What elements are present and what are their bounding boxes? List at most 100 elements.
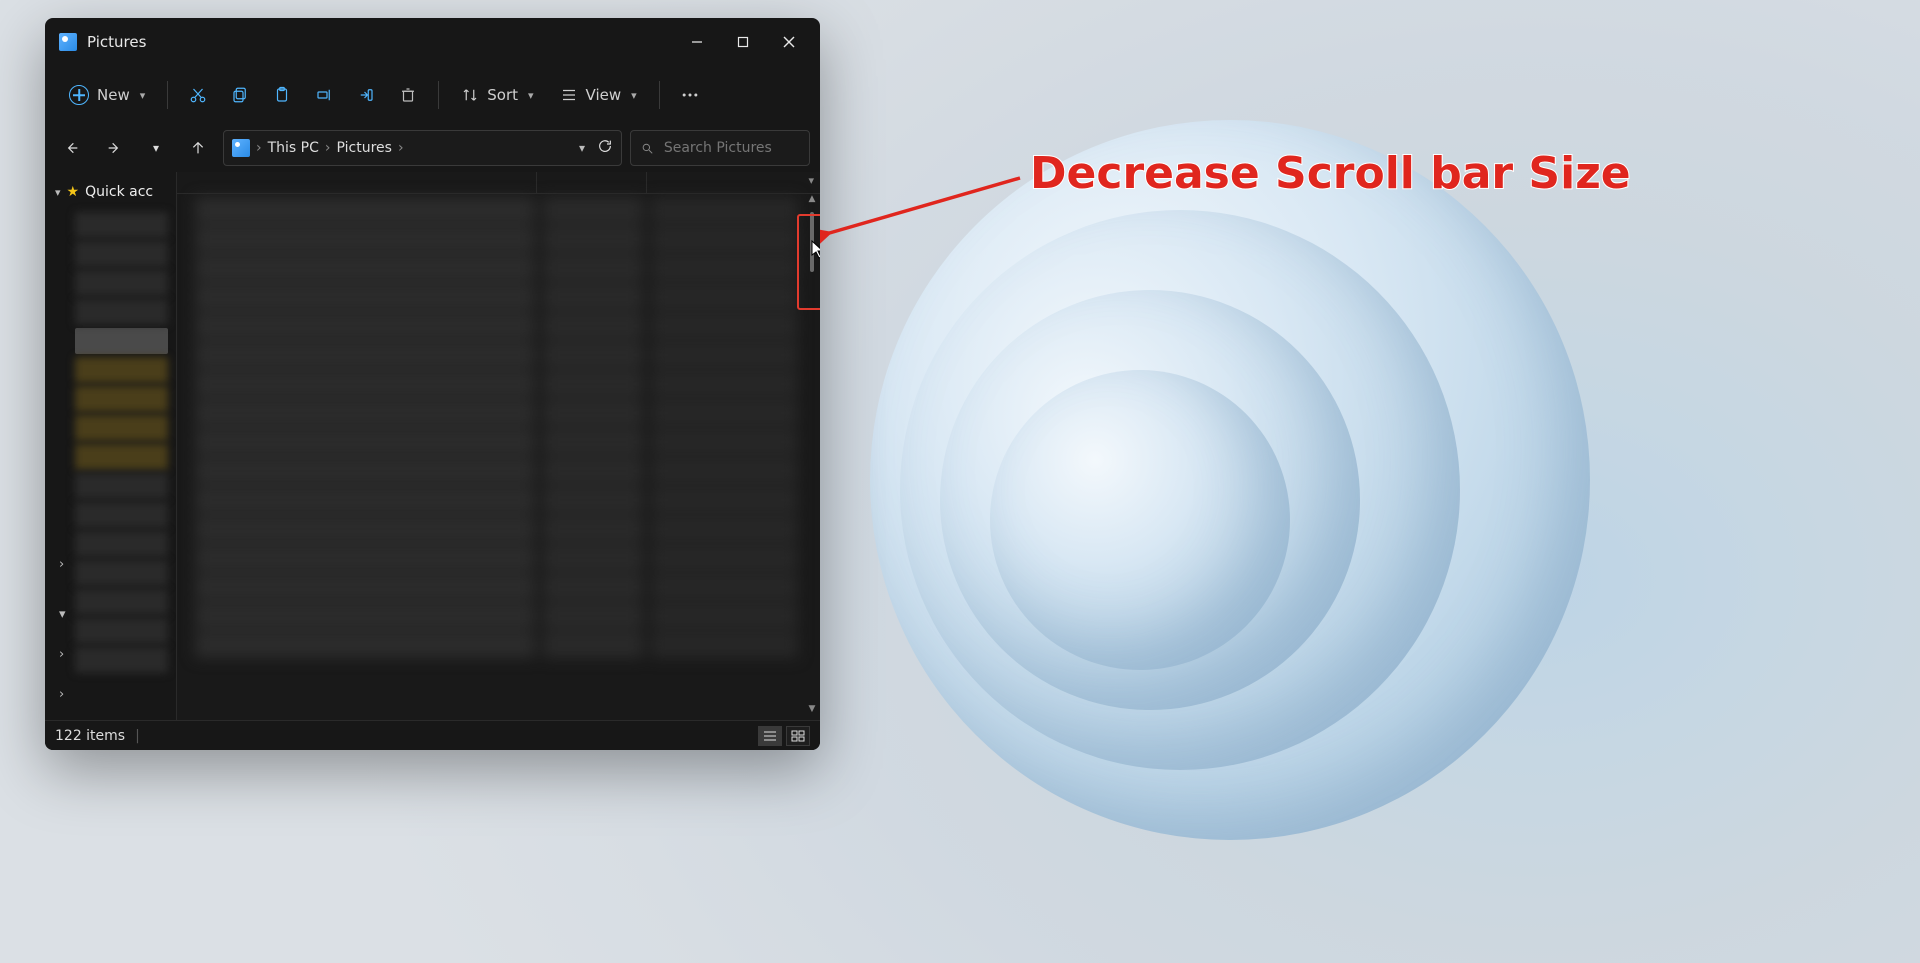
arrow-right-icon	[106, 140, 122, 156]
window-title: Pictures	[87, 33, 674, 51]
chevron-down-icon: ▾	[140, 89, 146, 102]
chevron-down-icon[interactable]: ▾	[59, 607, 66, 622]
refresh-button[interactable]	[597, 138, 613, 158]
titlebar[interactable]: Pictures	[45, 18, 820, 66]
refresh-icon	[597, 138, 613, 154]
column-date[interactable]	[537, 172, 647, 193]
separator	[438, 81, 439, 109]
view-button[interactable]: View ▾	[550, 77, 647, 113]
nav-item[interactable]	[75, 618, 168, 644]
column-name[interactable]	[177, 172, 537, 193]
toolbar: New ▾ Sort ▾ View ▾	[45, 66, 820, 124]
breadcrumb-pictures[interactable]: Pictures	[337, 140, 392, 156]
breadcrumb-this-pc[interactable]: This PC	[268, 140, 319, 156]
column-type[interactable]: ▾	[647, 172, 820, 193]
maximize-icon	[737, 36, 749, 48]
view-label: View	[586, 86, 622, 104]
nav-item[interactable]	[75, 386, 168, 412]
new-label: New	[97, 86, 130, 104]
desktop-bloom-shape	[870, 120, 1590, 840]
scroll-up-arrow-icon[interactable]: ▲	[809, 194, 816, 204]
nav-item[interactable]	[75, 647, 168, 673]
new-button[interactable]: New ▾	[59, 77, 155, 113]
chevron-right-icon[interactable]: ›	[59, 557, 64, 572]
file-explorer-window: Pictures New ▾	[45, 18, 820, 750]
nav-item[interactable]	[75, 270, 168, 296]
minimize-icon	[691, 36, 703, 48]
address-bar[interactable]: › This PC › Pictures › ▾	[223, 130, 622, 166]
sort-button[interactable]: Sort ▾	[451, 77, 543, 113]
nav-item[interactable]	[75, 560, 168, 586]
address-history-dropdown[interactable]: ▾	[579, 141, 585, 155]
chevron-down-icon: ▾	[55, 186, 61, 199]
sort-label: Sort	[487, 86, 518, 104]
paste-button[interactable]	[264, 77, 300, 113]
copy-icon	[231, 86, 249, 104]
pictures-app-icon	[59, 33, 77, 51]
cut-button[interactable]	[180, 77, 216, 113]
arrow-up-icon	[190, 140, 206, 156]
nav-item[interactable]	[75, 241, 168, 267]
more-button[interactable]	[672, 77, 708, 113]
details-view-icon	[763, 730, 777, 742]
item-count: 122 items	[55, 728, 125, 744]
paste-icon	[273, 86, 291, 104]
nav-items-blurred	[45, 212, 176, 673]
thumbnails-view-icon	[791, 730, 805, 742]
nav-item[interactable]	[75, 415, 168, 441]
breadcrumb-separator: ›	[398, 140, 404, 156]
scroll-thumb[interactable]	[810, 212, 814, 272]
rename-icon	[315, 86, 333, 104]
details-view-toggle[interactable]	[758, 726, 782, 746]
share-icon	[357, 86, 375, 104]
up-button[interactable]	[181, 131, 215, 165]
breadcrumb-separator: ›	[325, 140, 331, 156]
rename-button[interactable]	[306, 77, 342, 113]
nav-item[interactable]	[75, 531, 168, 557]
close-button[interactable]	[766, 26, 812, 58]
arrow-left-icon	[64, 140, 80, 156]
nav-item[interactable]	[75, 212, 168, 238]
chevron-down-icon[interactable]: ▾	[808, 174, 814, 187]
breadcrumb-separator: ›	[256, 140, 262, 156]
desktop-bloom-shape	[940, 290, 1360, 710]
column-headers[interactable]: ▾	[177, 172, 820, 194]
recent-locations-button[interactable]: ▾	[139, 131, 173, 165]
share-button[interactable]	[348, 77, 384, 113]
navigation-pane[interactable]: ▾ ★ Quick acc	[45, 172, 177, 720]
search-input[interactable]	[664, 140, 799, 156]
chevron-right-icon[interactable]: ›	[59, 647, 64, 662]
nav-item-selected[interactable]	[75, 328, 168, 354]
nav-item[interactable]	[75, 444, 168, 470]
desktop-bloom-shape	[990, 370, 1290, 670]
star-icon: ★	[67, 184, 80, 200]
desktop-bloom-shape	[900, 210, 1460, 770]
copy-button[interactable]	[222, 77, 258, 113]
forward-button[interactable]	[97, 131, 131, 165]
nav-item[interactable]	[75, 299, 168, 325]
status-bar: 122 items |	[45, 720, 820, 750]
nav-item[interactable]	[75, 589, 168, 615]
quick-access-node[interactable]: ▾ ★ Quick acc	[45, 178, 176, 206]
quick-access-label: Quick acc	[85, 184, 153, 200]
pictures-folder-icon	[232, 139, 250, 157]
scroll-down-arrow-icon[interactable]: ▼	[809, 704, 816, 714]
search-box[interactable]	[630, 130, 810, 166]
trash-icon	[399, 86, 417, 104]
window-controls	[674, 26, 812, 58]
content-pane[interactable]: ▾ ▲	[177, 172, 820, 720]
maximize-button[interactable]	[720, 26, 766, 58]
annotation-label: Decrease Scroll bar Size	[1030, 148, 1631, 199]
chevron-right-icon[interactable]: ›	[59, 687, 64, 702]
separator	[659, 81, 660, 109]
nav-item[interactable]	[75, 502, 168, 528]
vertical-scrollbar[interactable]: ▲ ▼	[804, 194, 820, 714]
thumbnails-view-toggle[interactable]	[786, 726, 810, 746]
back-button[interactable]	[55, 131, 89, 165]
scroll-track[interactable]	[808, 204, 816, 704]
nav-item[interactable]	[75, 357, 168, 383]
minimize-button[interactable]	[674, 26, 720, 58]
sort-icon	[461, 86, 479, 104]
nav-item[interactable]	[75, 473, 168, 499]
delete-button[interactable]	[390, 77, 426, 113]
